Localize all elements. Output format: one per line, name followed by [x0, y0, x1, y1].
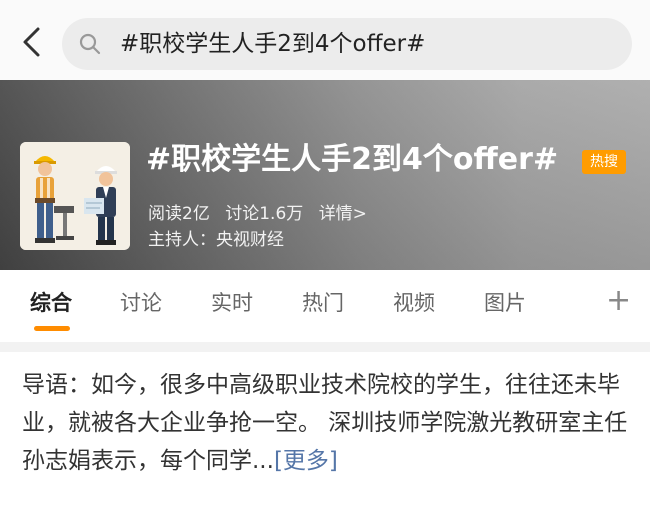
read-count: 阅读2亿 [148, 204, 210, 224]
section-divider [0, 342, 650, 352]
topic-thumbnail [20, 142, 130, 250]
tab-realtime[interactable]: 实时 [211, 288, 253, 318]
tab-hot[interactable]: 热门 [302, 288, 344, 318]
detail-link[interactable]: 详情> [319, 204, 367, 224]
search-header: #职校学生人手2到4个offer# [0, 0, 650, 80]
back-arrow-icon [23, 27, 40, 57]
discussion-count: 讨论1.6万 [225, 204, 304, 224]
tab-bar: 综合 讨论 实时 热门 视频 图片 + [0, 270, 650, 342]
tab-pictures[interactable]: 图片 [484, 288, 526, 318]
search-input[interactable]: #职校学生人手2到4个offer# [62, 18, 632, 70]
workers-illustration [20, 142, 130, 250]
add-tab-button[interactable]: + [606, 284, 631, 318]
topic-host: 主持人：央视财经 [148, 230, 284, 250]
topic-intro: 导语：如今，很多中高级职业技术院校的学生，往往还未毕业，就被各大企业争抢一空。 … [22, 366, 632, 480]
more-link[interactable]: [更多] [274, 448, 338, 474]
topic-banner: #职校学生人手2到4个offer# 热搜 阅读2亿 讨论1.6万 详情> 主持人… [0, 80, 650, 270]
topic-stats: 阅读2亿 讨论1.6万 详情> [148, 202, 367, 226]
topic-title: #职校学生人手2到4个offer# [146, 142, 559, 177]
tab-discussion[interactable]: 讨论 [120, 288, 162, 318]
tab-comprehensive[interactable]: 综合 [30, 288, 72, 318]
hot-search-badge: 热搜 [582, 150, 626, 174]
tab-video[interactable]: 视频 [393, 288, 435, 318]
back-button[interactable] [14, 22, 48, 62]
search-query: #职校学生人手2到4个offer# [120, 31, 426, 57]
active-tab-indicator [34, 326, 70, 331]
search-icon [79, 33, 101, 55]
